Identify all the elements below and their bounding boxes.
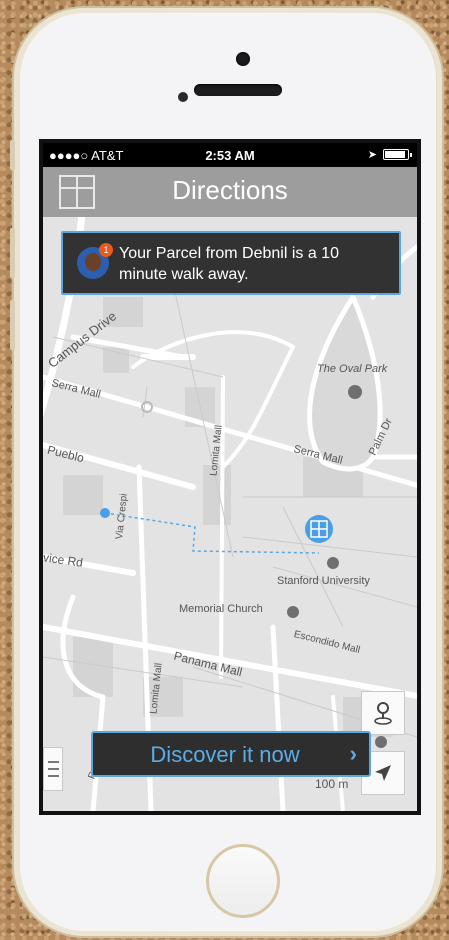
- map-label-oval-park: The Oval Park: [317, 363, 388, 375]
- map-label-stanford-university: Stanford University: [277, 575, 370, 587]
- chevron-right-icon: ›: [349, 741, 357, 766]
- page-title: Directions: [172, 175, 288, 205]
- battery-icon: [383, 149, 412, 160]
- location-arrow-icon: ➤: [367, 149, 377, 161]
- map-scale: 100 m: [315, 777, 349, 791]
- status-time: 2:53 AM: [205, 148, 255, 163]
- discover-button-label: Discover it now: [150, 742, 300, 767]
- nav-bar: Directions: [43, 167, 417, 217]
- status-bar: ●●●●○ AT&T 2:53 AM ➤: [43, 143, 417, 167]
- home-button[interactable]: [206, 844, 280, 918]
- proximity-sensor: [178, 92, 188, 102]
- navigation-arrow-icon: [375, 765, 391, 781]
- volume-down-button[interactable]: [10, 300, 15, 350]
- earpiece-speaker: [194, 84, 282, 96]
- volume-up-button[interactable]: [10, 228, 15, 278]
- front-camera: [236, 52, 250, 66]
- locate-pin-button[interactable]: [361, 691, 405, 735]
- notification-message: Your Parcel from Debnil is a 10 minute w…: [119, 245, 339, 283]
- discover-button[interactable]: Discover it now ›: [91, 731, 371, 777]
- parcel-notification[interactable]: 1 Your Parcel from Debnil is a 10 minute…: [61, 231, 401, 295]
- map-view[interactable]: Campus Drive Serra Mall The Oval Park Pa…: [43, 217, 417, 811]
- map-pin-icon: [374, 702, 392, 725]
- map-label-memorial-church: Memorial Church: [179, 603, 263, 615]
- phone-screen: ●●●●○ AT&T 2:53 AM ➤ Directions Campus D…: [39, 139, 421, 815]
- notification-badge: 1: [99, 243, 113, 257]
- menu-drawer-handle[interactable]: [43, 747, 63, 791]
- mute-switch[interactable]: [10, 140, 15, 170]
